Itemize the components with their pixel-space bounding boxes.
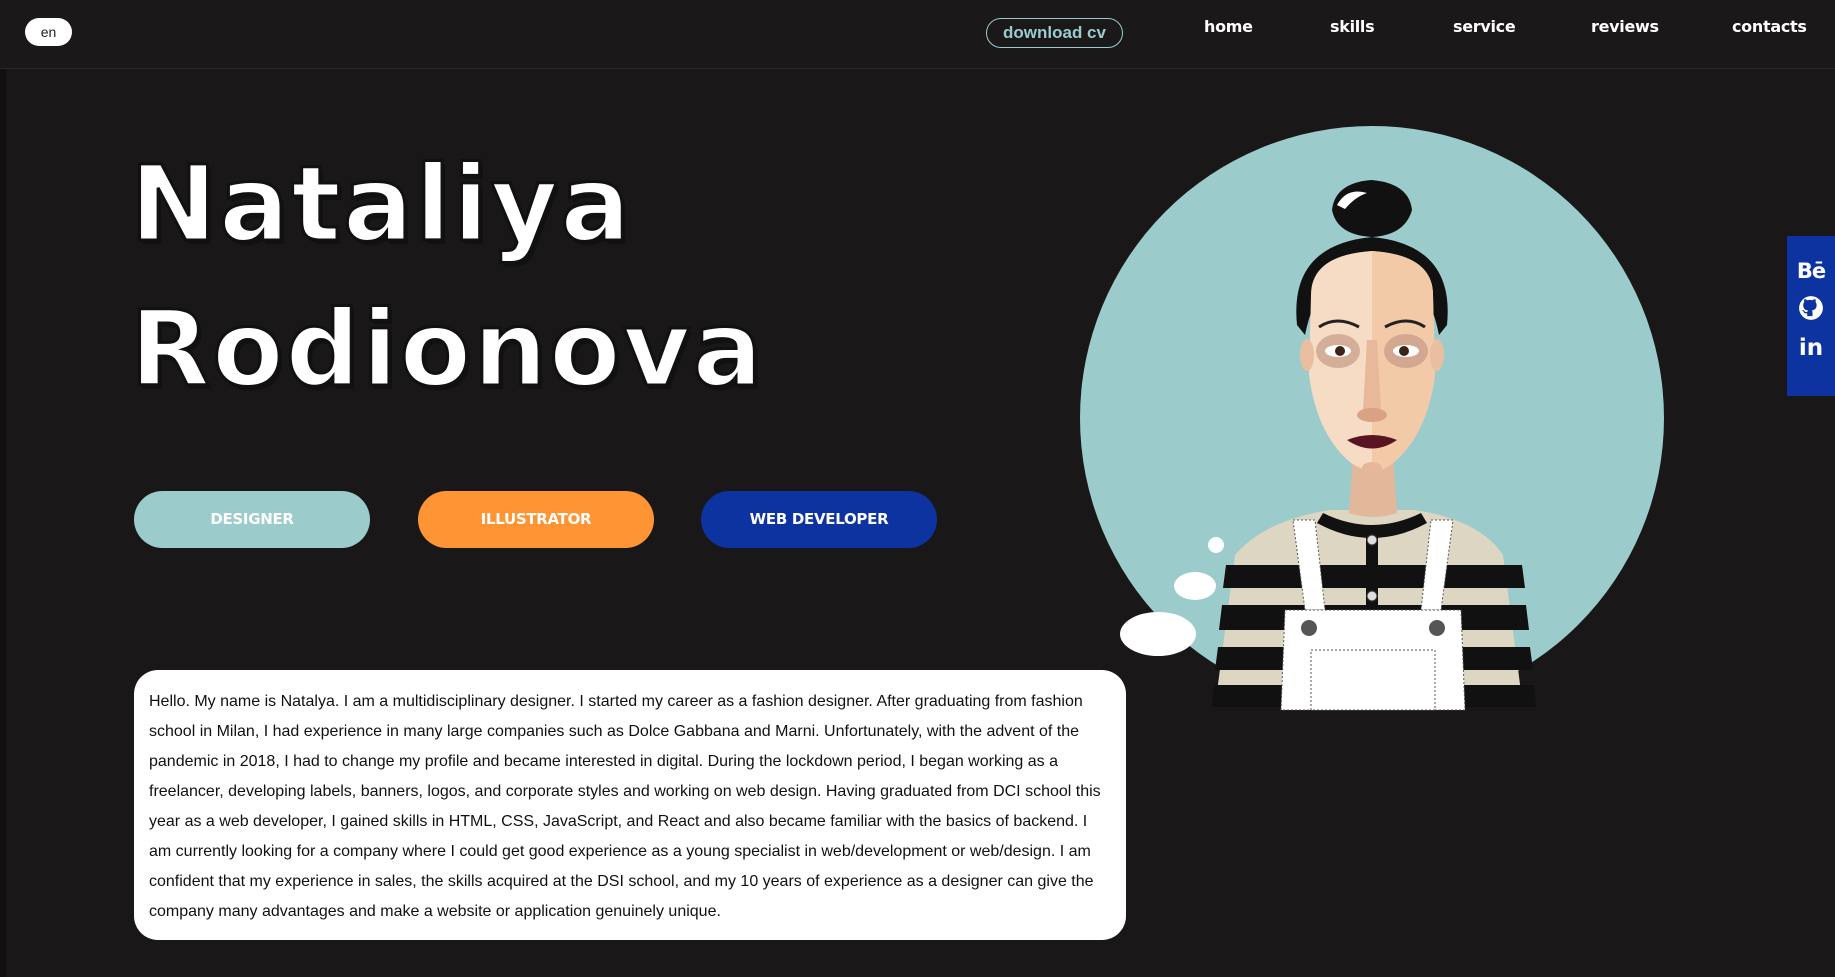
nav-reviews[interactable]: reviews — [1591, 14, 1659, 40]
header: en download cv home skills service revie… — [0, 0, 1835, 69]
avatar-illustration — [1075, 125, 1665, 725]
role-designer: DESIGNER — [134, 491, 370, 548]
chin — [1362, 462, 1382, 474]
nose-tip — [1357, 408, 1387, 422]
hero-last-name: Rodionova — [129, 288, 765, 411]
avatar-svg — [1080, 126, 1664, 711]
nav-contacts[interactable]: contacts — [1732, 14, 1807, 40]
role-illustrator: ILLUSTRATOR — [418, 491, 654, 548]
hero-first-name: Nataliya — [128, 143, 633, 266]
ear-left — [1300, 339, 1314, 371]
overall-pocket — [1310, 649, 1436, 711]
overall-button-right — [1429, 620, 1445, 636]
linkedin-icon[interactable]: in — [1787, 331, 1835, 365]
github-icon[interactable] — [1787, 291, 1835, 325]
language-button[interactable]: en — [25, 18, 72, 46]
page: en download cv home skills service revie… — [0, 0, 1835, 977]
nav-skills[interactable]: skills — [1330, 14, 1375, 40]
pupil-right — [1399, 346, 1409, 356]
shirt-button — [1366, 534, 1378, 546]
github-icon-svg — [1799, 296, 1823, 320]
overall-button-left — [1301, 620, 1317, 636]
bio-text: Hello. My name is Natalya. I am a multid… — [149, 693, 1101, 920]
social-sidebar: Bē in — [1787, 236, 1835, 396]
thought-bubble-large — [1120, 612, 1196, 656]
nav-home[interactable]: home — [1204, 14, 1253, 40]
behance-icon[interactable]: Bē — [1787, 254, 1835, 288]
left-edge — [0, 68, 6, 977]
pupil-left — [1335, 346, 1345, 356]
bio-card: Hello. My name is Natalya. I am a multid… — [134, 670, 1126, 940]
nav-service[interactable]: service — [1453, 14, 1516, 40]
thought-bubble-small — [1208, 537, 1224, 553]
role-web-developer: WEB DEVELOPER — [701, 491, 937, 548]
ear-right — [1430, 339, 1444, 371]
shirt-button — [1366, 590, 1378, 602]
thought-bubble-medium — [1174, 572, 1216, 600]
download-cv-button[interactable]: download cv — [986, 18, 1123, 48]
